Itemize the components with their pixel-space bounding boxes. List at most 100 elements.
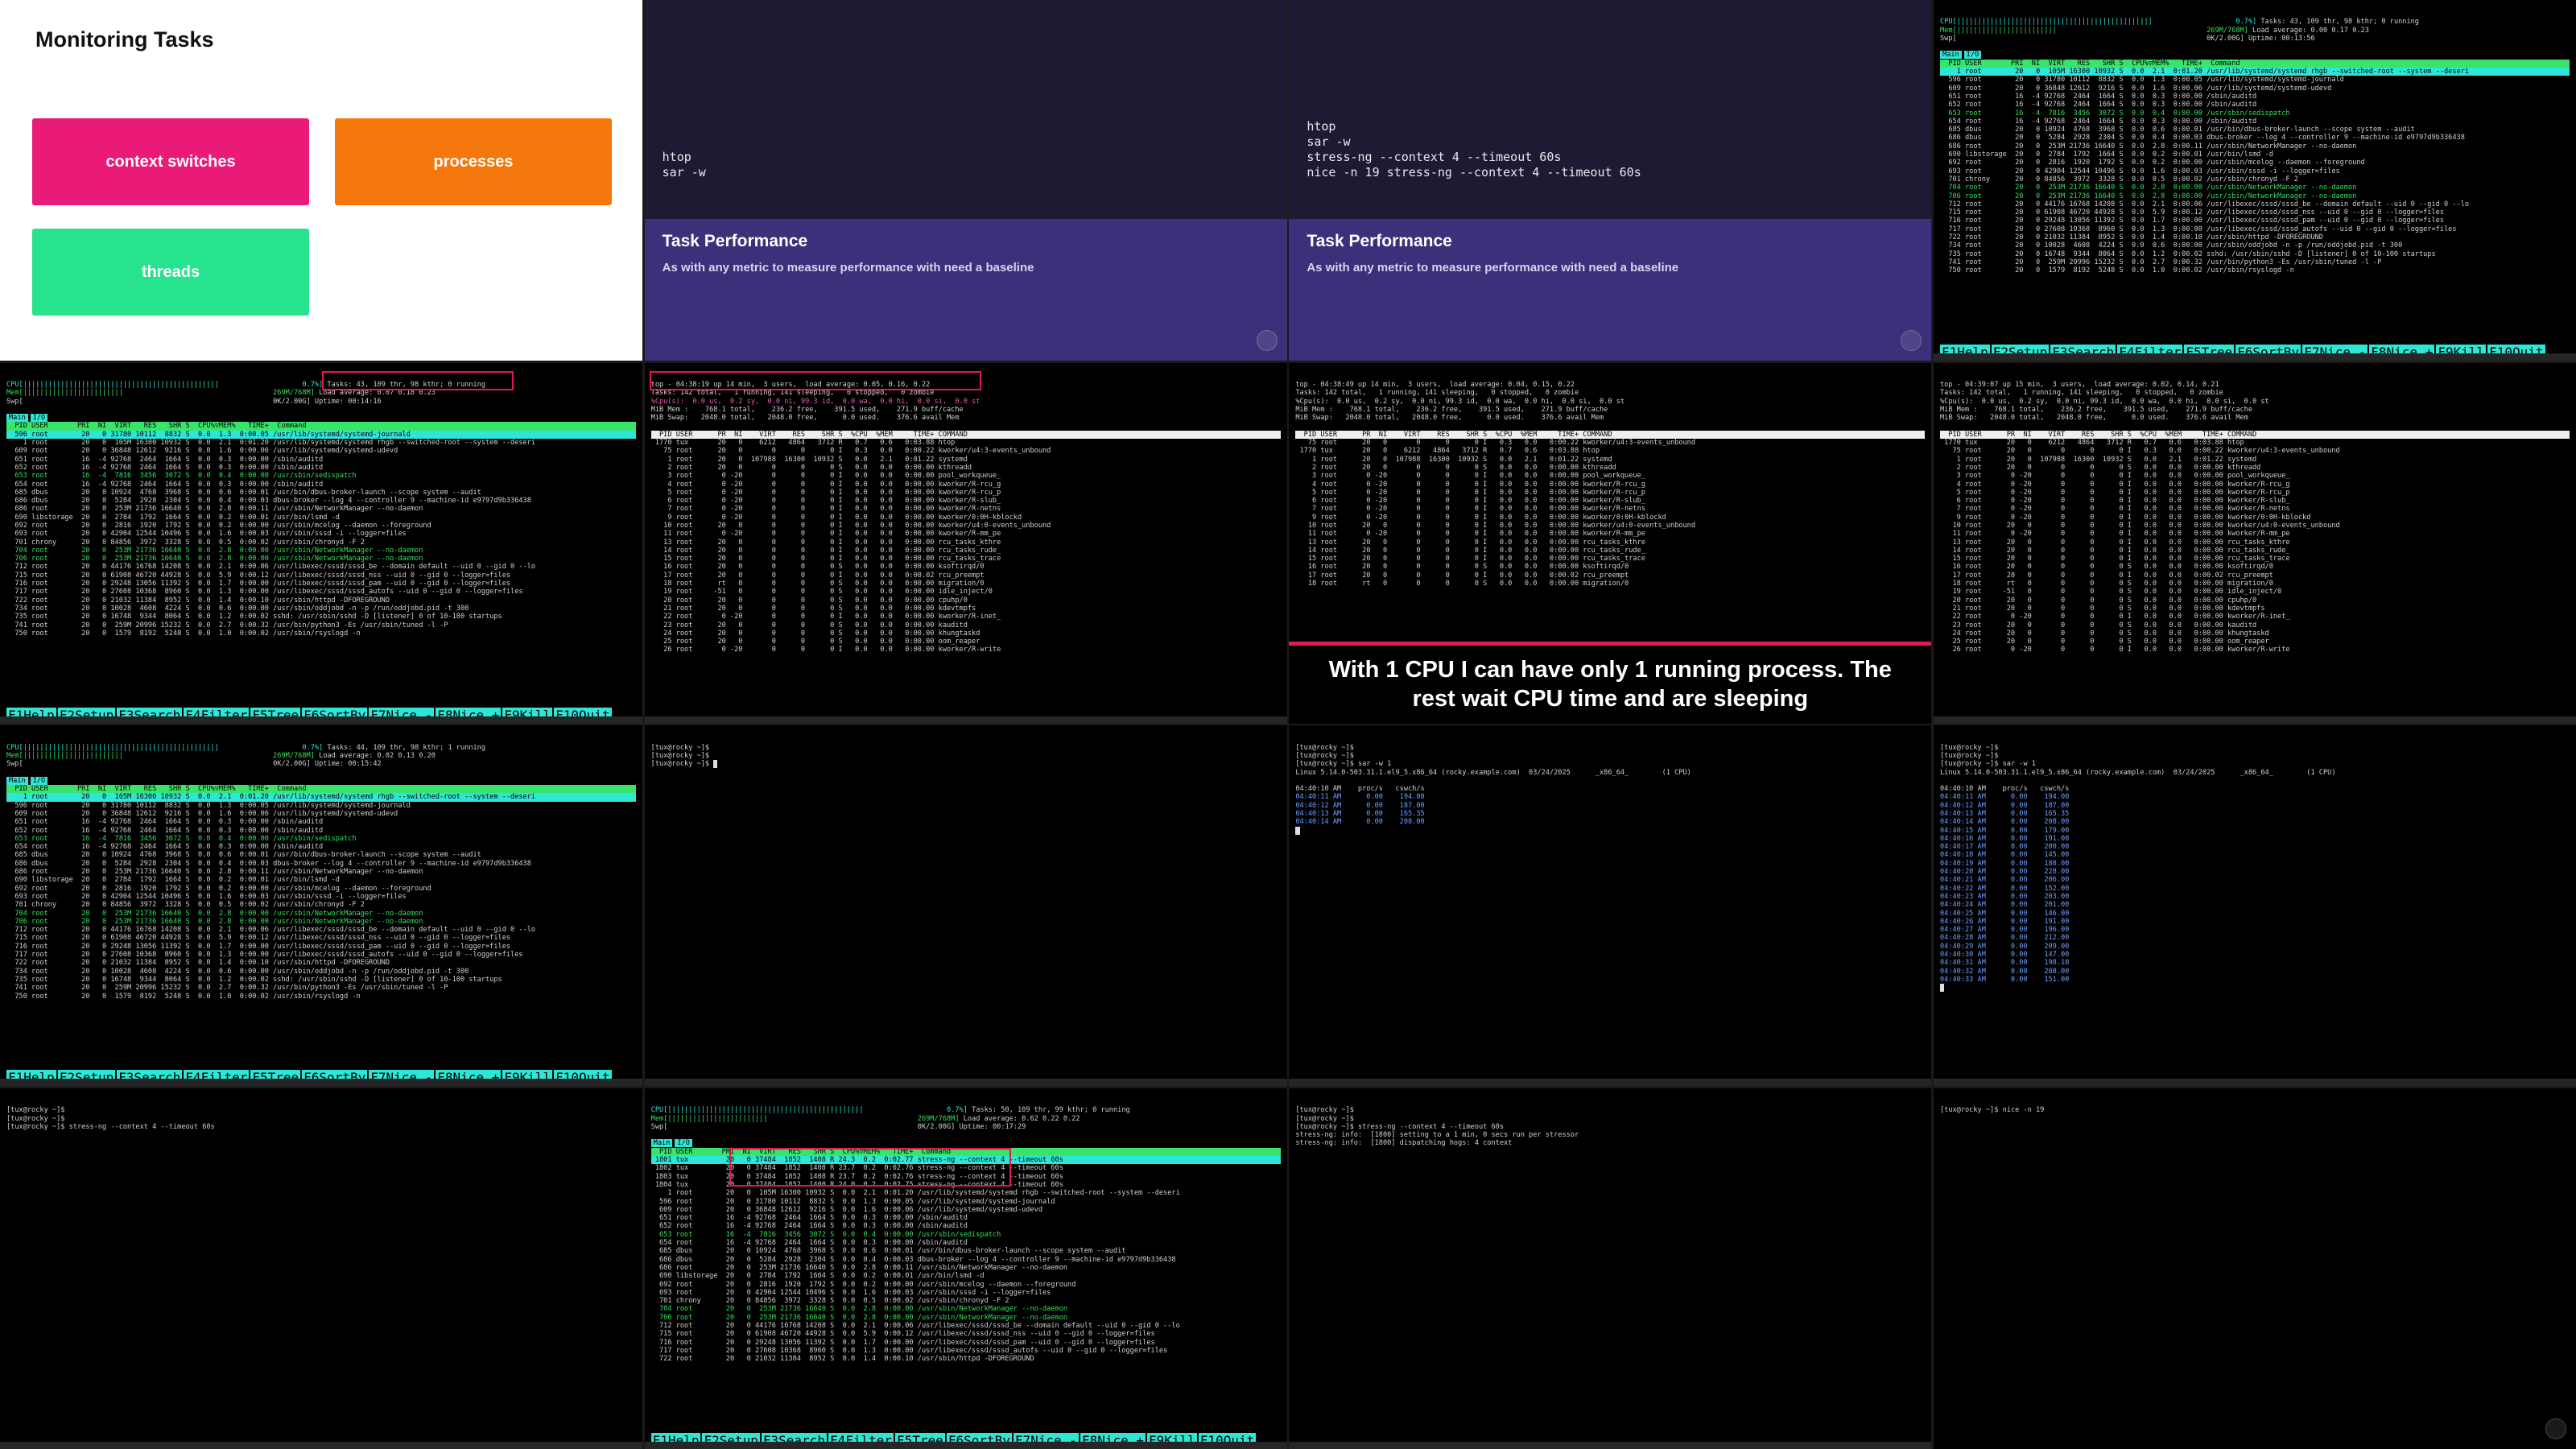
tab-io[interactable]: I/O bbox=[30, 776, 48, 785]
process-row[interactable]: 735 root 20 0 16748 9344 8064 S 0.0 1.2 … bbox=[1940, 250, 2570, 258]
process-header[interactable]: PID USER PRI NI VIRT RES SHR S CPU%▽MEM%… bbox=[1939, 59, 2570, 68]
process-row[interactable]: 717 root 20 0 27608 10368 8960 S 0.0 1.3… bbox=[6, 588, 636, 596]
process-row[interactable]: 715 root 20 0 61908 46720 44928 S 0.0 5.… bbox=[651, 1330, 1281, 1338]
process-row[interactable]: 692 root 20 0 2816 1920 1792 S 0.0 0.2 0… bbox=[6, 522, 636, 530]
process-row[interactable]: 596 root 20 0 31780 10112 8832 S 0.0 1.3… bbox=[1940, 76, 2570, 84]
process-row[interactable]: 651 root 16 -4 92768 2464 1664 S 0.0 0.3… bbox=[6, 456, 636, 464]
tab-io[interactable]: I/O bbox=[1963, 51, 1982, 60]
process-row[interactable]: 1 root 20 0 105M 16300 10932 S 0.0 2.1 0… bbox=[6, 793, 636, 802]
process-row[interactable]: 609 root 20 0 36848 12612 9216 S 0.0 1.6… bbox=[1940, 85, 2570, 93]
process-row[interactable]: 706 root 20 0 253M 21736 16640 S 0.0 2.8… bbox=[6, 918, 636, 926]
tab-main[interactable]: Main bbox=[650, 1139, 673, 1148]
process-row[interactable]: 685 dbus 20 0 10924 4768 3968 S 0.0 0.6 … bbox=[651, 1247, 1281, 1255]
process-row[interactable]: 652 root 16 -4 92768 2464 1664 S 0.0 0.3… bbox=[6, 827, 636, 835]
process-row[interactable]: 704 root 20 0 253M 21736 16640 S 0.0 2.8… bbox=[6, 910, 636, 918]
process-row[interactable]: 741 root 20 0 259M 20996 15232 S 0.0 2.7… bbox=[1940, 258, 2570, 266]
process-row[interactable]: 715 root 20 0 61908 46720 44928 S 0.0 5.… bbox=[6, 934, 636, 942]
process-row[interactable]: 686 root 20 0 253M 21736 16640 S 0.0 2.8… bbox=[1940, 142, 2570, 151]
shell-output[interactable]: [tux@rocky ~]$ nice -n 19 bbox=[1933, 1088, 2576, 1449]
process-row[interactable]: 716 root 20 0 29248 13056 11392 S 0.0 1.… bbox=[6, 580, 636, 588]
process-row[interactable]: 686 dbus 20 0 5284 2928 2304 S 0.0 0.4 0… bbox=[1940, 134, 2570, 142]
process-row[interactable]: 685 dbus 20 0 10924 4768 3968 S 0.0 0.6 … bbox=[6, 489, 636, 497]
process-row[interactable]: 654 root 16 -4 92768 2464 1664 S 0.0 0.3… bbox=[6, 843, 636, 851]
process-row[interactable]: 750 root 20 0 1579 8192 5248 S 0.0 1.0 0… bbox=[1940, 266, 2570, 275]
process-row[interactable]: 653 root 16 -4 7816 3456 3072 S 0.0 0.4 … bbox=[6, 472, 636, 480]
shell-output[interactable]: [tux@rocky ~]$ [tux@rocky ~]$ [tux@rocky ~… bbox=[1933, 725, 2576, 1087]
process-row[interactable]: 653 root 16 -4 7816 3456 3072 S 0.0 0.4 … bbox=[1940, 109, 2570, 118]
process-row[interactable]: 654 root 16 -4 92768 2464 1664 S 0.0 0.3… bbox=[1940, 118, 2570, 126]
tab-main[interactable]: Main bbox=[1939, 51, 1962, 60]
process-row[interactable]: 716 root 20 0 29248 13056 11392 S 0.0 1.… bbox=[1940, 217, 2570, 225]
process-row[interactable]: 717 root 20 0 27608 10368 8960 S 0.0 1.3… bbox=[1940, 225, 2570, 233]
process-row[interactable]: 653 root 16 -4 7816 3456 3072 S 0.0 0.4 … bbox=[651, 1231, 1281, 1239]
process-row[interactable]: 734 root 20 0 10028 4608 4224 S 0.0 0.6 … bbox=[1940, 242, 2570, 250]
process-row[interactable]: 1 root 20 0 105M 16300 10932 S 0.0 2.1 0… bbox=[1939, 68, 2570, 76]
process-row[interactable]: 722 root 20 0 21032 11384 8952 S 0.0 1.4… bbox=[651, 1355, 1281, 1363]
process-row[interactable]: 651 root 16 -4 92768 2464 1664 S 0.0 0.3… bbox=[6, 818, 636, 826]
tab-io[interactable]: I/O bbox=[675, 1139, 692, 1148]
process-row[interactable]: 654 root 16 -4 92768 2464 1664 S 0.0 0.3… bbox=[651, 1239, 1281, 1247]
process-row[interactable]: 690 libstorage 20 0 2784 1792 1664 S 0.0… bbox=[6, 876, 636, 884]
shell-output[interactable]: [tux@rocky ~]$ [tux@rocky ~]$ [tux@rocky ~… bbox=[1289, 725, 1932, 1087]
process-row[interactable]: 686 root 20 0 253M 21736 16640 S 0.0 2.8… bbox=[651, 1264, 1281, 1272]
tab-main[interactable]: Main bbox=[6, 776, 28, 785]
process-row[interactable]: 693 root 20 0 42904 12544 10496 S 0.0 1.… bbox=[651, 1289, 1281, 1297]
process-row[interactable]: 722 root 20 0 21032 11384 8952 S 0.0 1.4… bbox=[6, 959, 636, 967]
process-row[interactable]: 716 root 20 0 29248 13056 11392 S 0.0 1.… bbox=[6, 943, 636, 951]
process-row[interactable]: 690 libstorage 20 0 2784 1792 1664 S 0.0… bbox=[651, 1272, 1281, 1280]
process-row[interactable]: 685 dbus 20 0 10924 4768 3968 S 0.0 0.6 … bbox=[6, 851, 636, 859]
process-row[interactable]: 750 root 20 0 1579 8192 5248 S 0.0 1.0 0… bbox=[6, 993, 636, 1001]
process-row[interactable]: 652 root 16 -4 92768 2464 1664 S 0.0 0.3… bbox=[651, 1222, 1281, 1230]
process-row[interactable]: 686 root 20 0 253M 21736 16640 S 0.0 2.8… bbox=[6, 505, 636, 513]
process-row[interactable]: 693 root 20 0 42904 12544 10496 S 0.0 1.… bbox=[1940, 167, 2570, 175]
process-row[interactable]: 704 root 20 0 253M 21736 16640 S 0.0 2.8… bbox=[1940, 184, 2570, 192]
process-row[interactable]: 701 chrony 20 0 84856 3972 3328 S 0.0 0.… bbox=[6, 539, 636, 547]
process-row[interactable]: 651 root 16 -4 92768 2464 1664 S 0.0 0.3… bbox=[1940, 93, 2570, 101]
process-row[interactable]: 735 root 20 0 16748 9344 8064 S 0.0 1.2 … bbox=[6, 976, 636, 984]
process-row[interactable]: 712 root 20 0 44176 16768 14208 S 0.0 2.… bbox=[6, 926, 636, 934]
process-row[interactable]: 704 root 20 0 253M 21736 16640 S 0.0 2.8… bbox=[6, 547, 636, 555]
process-row[interactable]: 686 dbus 20 0 5284 2928 2304 S 0.0 0.4 0… bbox=[6, 497, 636, 505]
process-row[interactable]: 652 root 16 -4 92768 2464 1664 S 0.0 0.3… bbox=[6, 464, 636, 472]
process-row[interactable]: 717 root 20 0 27608 10368 8960 S 0.0 1.3… bbox=[6, 951, 636, 959]
process-row[interactable]: 734 root 20 0 10028 4608 4224 S 0.0 0.6 … bbox=[6, 605, 636, 613]
process-row[interactable]: 686 root 20 0 253M 21736 16640 S 0.0 2.8… bbox=[6, 868, 636, 876]
process-row[interactable]: 734 root 20 0 10028 4608 4224 S 0.0 0.6 … bbox=[6, 968, 636, 976]
process-row[interactable]: 712 root 20 0 44176 16768 14208 S 0.0 2.… bbox=[651, 1322, 1281, 1330]
process-row[interactable]: 686 dbus 20 0 5284 2928 2304 S 0.0 0.4 0… bbox=[651, 1256, 1281, 1264]
process-row[interactable]: 741 root 20 0 259M 20996 15232 S 0.0 2.7… bbox=[6, 984, 636, 992]
process-row[interactable]: 692 root 20 0 2816 1920 1792 S 0.0 0.2 0… bbox=[651, 1281, 1281, 1289]
process-row[interactable]: 741 root 20 0 259M 20996 15232 S 0.0 2.7… bbox=[6, 621, 636, 630]
shell-output[interactable]: [tux@rocky ~]$ [tux@rocky ~]$ [tux@rocky ~… bbox=[1289, 1088, 1932, 1449]
process-row[interactable]: 712 root 20 0 44176 16768 14208 S 0.0 2.… bbox=[1940, 200, 2570, 208]
process-row[interactable]: 712 root 20 0 44176 16768 14208 S 0.0 2.… bbox=[6, 563, 636, 571]
process-row[interactable]: 690 libstorage 20 0 2784 1792 1664 S 0.0… bbox=[6, 514, 636, 522]
process-row[interactable]: 692 root 20 0 2816 1920 1792 S 0.0 0.2 0… bbox=[1940, 159, 2570, 167]
process-row[interactable]: 596 root 20 0 31780 10112 8832 S 0.0 1.3… bbox=[6, 430, 636, 440]
process-row[interactable]: 1 root 20 0 105M 16300 10932 S 0.0 2.1 0… bbox=[6, 439, 636, 447]
tab-main[interactable]: Main bbox=[6, 414, 28, 423]
process-row[interactable]: 706 root 20 0 253M 21736 16640 S 0.0 2.8… bbox=[1940, 192, 2570, 200]
process-row[interactable]: 690 libstorage 20 0 2784 1792 1664 S 0.0… bbox=[1940, 151, 2570, 159]
process-row[interactable]: 735 root 20 0 16748 9344 8064 S 0.0 1.2 … bbox=[6, 613, 636, 621]
process-row[interactable]: 609 root 20 0 36848 12612 9216 S 0.0 1.6… bbox=[6, 447, 636, 455]
process-row[interactable]: 596 root 20 0 31780 10112 8832 S 0.0 1.3… bbox=[651, 1198, 1281, 1206]
process-row[interactable]: 706 root 20 0 253M 21736 16640 S 0.0 2.8… bbox=[6, 555, 636, 563]
process-row[interactable]: 609 root 20 0 36848 12612 9216 S 0.0 1.6… bbox=[651, 1206, 1281, 1214]
process-header[interactable]: PID USER PRI NI VIRT RES SHR S CPU%▽MEM%… bbox=[6, 422, 636, 431]
process-row[interactable]: 716 root 20 0 29248 13056 11392 S 0.0 1.… bbox=[651, 1339, 1281, 1347]
process-row[interactable]: 701 chrony 20 0 84856 3972 3328 S 0.0 0.… bbox=[651, 1297, 1281, 1305]
process-row[interactable]: 717 root 20 0 27608 10368 8960 S 0.0 1.3… bbox=[651, 1347, 1281, 1355]
process-row[interactable]: 652 root 16 -4 92768 2464 1664 S 0.0 0.3… bbox=[1940, 101, 2570, 109]
process-row[interactable]: 653 root 16 -4 7816 3456 3072 S 0.0 0.4 … bbox=[6, 835, 636, 843]
process-row[interactable]: 651 root 16 -4 92768 2464 1664 S 0.0 0.3… bbox=[651, 1214, 1281, 1222]
process-row[interactable]: 692 root 20 0 2816 1920 1792 S 0.0 0.2 0… bbox=[6, 885, 636, 893]
process-row[interactable]: 693 root 20 0 42904 12544 10496 S 0.0 1.… bbox=[6, 893, 636, 901]
process-row[interactable]: 701 chrony 20 0 84856 3972 3328 S 0.0 0.… bbox=[6, 901, 636, 909]
tab-io[interactable]: I/O bbox=[30, 414, 48, 423]
shell-output[interactable]: [tux@rocky ~]$ [tux@rocky ~]$ [tux@rocky ~… bbox=[644, 725, 1287, 1087]
process-row[interactable]: 715 root 20 0 61908 46720 44928 S 0.0 5.… bbox=[1940, 208, 2570, 217]
process-row[interactable]: 654 root 16 -4 92768 2464 1664 S 0.0 0.3… bbox=[6, 481, 636, 489]
process-row[interactable]: 685 dbus 20 0 10924 4768 3968 S 0.0 0.6 … bbox=[1940, 126, 2570, 134]
process-row[interactable]: 693 root 20 0 42904 12544 10496 S 0.0 1.… bbox=[6, 530, 636, 538]
